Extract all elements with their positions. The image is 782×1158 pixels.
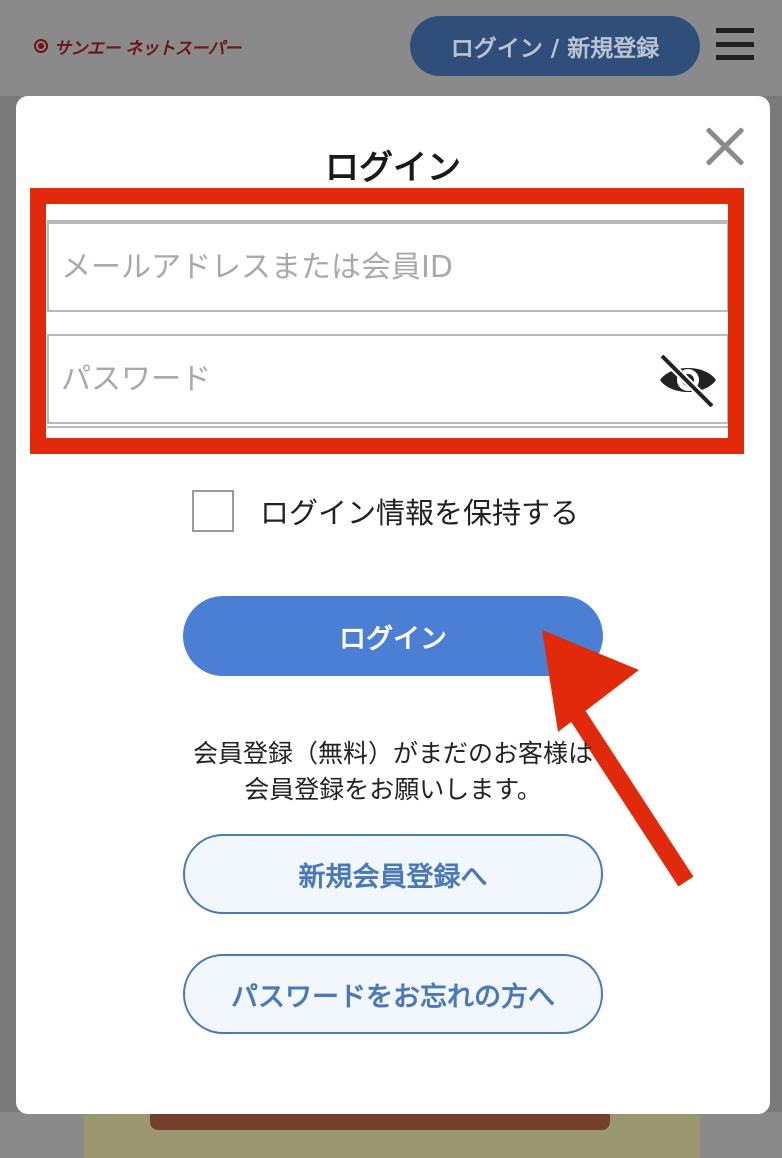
login-button[interactable]: ログイン [183, 596, 603, 676]
register-button[interactable]: 新規会員登録へ [183, 834, 603, 914]
note-line-1: 会員登録（無料）がまだのお客様は [192, 739, 593, 768]
email-field[interactable] [47, 222, 729, 312]
password-field[interactable] [47, 334, 729, 424]
remember-login-option[interactable]: ログイン情報を保持する [192, 490, 579, 532]
forgot-password-label: パスワードをお忘れの方へ [231, 981, 555, 1013]
forgot-password-button[interactable]: パスワードをお忘れの方へ [183, 954, 603, 1034]
form-bottom-divider [47, 426, 729, 428]
close-icon[interactable] [704, 126, 746, 168]
logo-text: サンエー ネットスーパー [54, 38, 241, 59]
login-modal: ログイン ログイン情報を保持する ログイン 会員登録（無料）がまだのお客様は 会… [16, 96, 770, 1114]
eye-slash-icon[interactable] [657, 352, 719, 408]
modal-title: ログイン [325, 148, 461, 188]
note-line-2: 会員登録をお願いします。 [244, 775, 542, 804]
registration-note: 会員登録（無料）がまだのお客様は 会員登録をお願いします。 [16, 736, 770, 808]
header-login-register-label: ログイン / 新規登録 [450, 36, 660, 62]
login-button-label: ログイン [339, 623, 447, 655]
remember-checkbox[interactable] [192, 490, 234, 532]
header-login-register-button[interactable]: ログイン / 新規登録 [410, 16, 700, 76]
register-button-label: 新規会員登録へ [298, 861, 488, 893]
hamburger-menu-icon[interactable] [716, 28, 754, 60]
logo-mark-icon [34, 39, 48, 53]
background-banner-title [150, 1112, 610, 1130]
email-input[interactable] [49, 224, 727, 310]
page-header: サンエー ネットスーパー ログイン / 新規登録 [0, 0, 782, 96]
store-logo[interactable]: サンエー ネットスーパー [34, 34, 241, 59]
password-input[interactable] [49, 336, 727, 422]
remember-label: ログイン情報を保持する [260, 496, 580, 530]
